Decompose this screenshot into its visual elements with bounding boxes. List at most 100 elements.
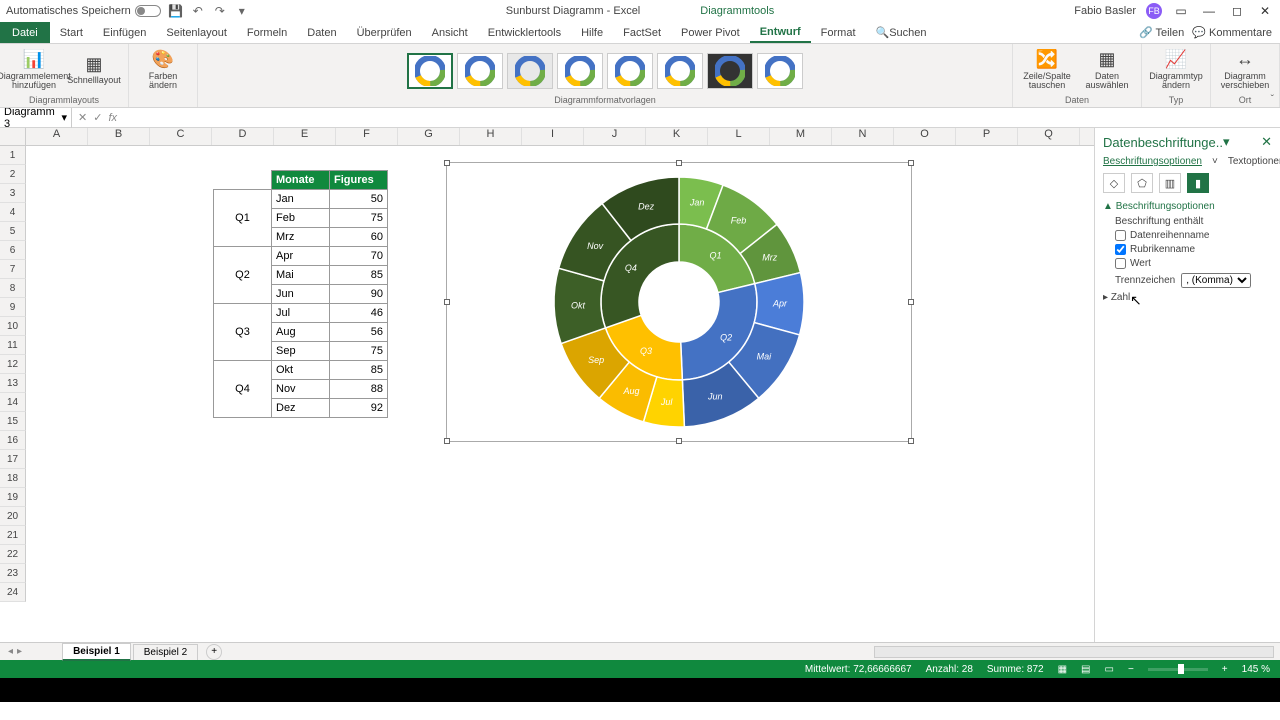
month-cell[interactable]: Apr [272,247,330,266]
chevron-down-icon[interactable]: ˅ [1212,156,1218,167]
separator-select[interactable]: , (Komma) [1181,273,1251,288]
zoom-level[interactable]: 145 % [1242,664,1270,675]
row-header[interactable]: 22 [0,545,26,564]
pane-tab-label-options[interactable]: Beschriftungsoptionen [1103,156,1202,167]
col-header[interactable]: P [956,128,1018,145]
row-header[interactable]: 24 [0,583,26,602]
col-header[interactable]: E [274,128,336,145]
row-header[interactable]: 4 [0,203,26,222]
row-header[interactable]: 9 [0,298,26,317]
tab-daten[interactable]: Daten [297,22,346,43]
col-header[interactable]: M [770,128,832,145]
collapse-ribbon-icon[interactable]: ˇ [1271,94,1274,105]
row-header[interactable]: 15 [0,412,26,431]
row-header[interactable]: 6 [0,241,26,260]
resize-handle[interactable] [444,299,450,305]
sheet-tab-1[interactable]: Beispiel 1 [62,643,131,661]
sheet-tab-2[interactable]: Beispiel 2 [133,644,198,660]
view-normal-icon[interactable]: ▦ [1058,664,1067,675]
resize-handle[interactable] [908,160,914,166]
tab-formeln[interactable]: Formeln [237,22,297,43]
chart-style-thumb[interactable] [707,53,753,89]
quarter-cell[interactable]: Q2 [214,247,272,304]
row-header[interactable]: 14 [0,393,26,412]
col-header[interactable]: J [584,128,646,145]
chart-style-thumb[interactable] [557,53,603,89]
value-cell[interactable]: 50 [330,190,388,209]
chart-object[interactable]: Q1JanFebMrzQ2AprMaiJunQ3JulAugSepQ4OktNo… [446,162,912,442]
section-number[interactable]: ▸ Zahl [1103,292,1272,303]
add-sheet-button[interactable]: + [206,644,222,660]
close-pane-icon[interactable]: ✕ [1261,134,1272,150]
col-header[interactable]: A [26,128,88,145]
row-header[interactable]: 23 [0,564,26,583]
col-header[interactable]: C [150,128,212,145]
section-label-options[interactable]: ▲ Beschriftungsoptionen [1103,201,1272,212]
resize-handle[interactable] [444,438,450,444]
tab-ueberpruefen[interactable]: Überprüfen [347,22,422,43]
tab-factset[interactable]: FactSet [613,22,671,43]
user-name[interactable]: Fabio Basler [1074,5,1136,17]
month-cell[interactable]: Jul [272,304,330,323]
row-header[interactable]: 8 [0,279,26,298]
row-header[interactable]: 20 [0,507,26,526]
undo-icon[interactable]: ↶ [191,4,205,18]
resize-handle[interactable] [444,160,450,166]
checkbox-category-name[interactable] [1115,244,1126,255]
tab-einfuegen[interactable]: Einfügen [93,22,156,43]
close-icon[interactable]: ✕ [1256,4,1274,18]
chevron-down-icon[interactable]: ▾ [61,111,67,124]
chart-style-thumb[interactable] [457,53,503,89]
row-header[interactable]: 21 [0,526,26,545]
month-cell[interactable]: Jan [272,190,330,209]
value-cell[interactable]: 75 [330,209,388,228]
toggle-switch-icon[interactable] [135,5,161,17]
zoom-in-icon[interactable]: + [1222,664,1228,675]
row-header[interactable]: 5 [0,222,26,241]
row-header[interactable]: 18 [0,469,26,488]
sheet-nav-next-icon[interactable]: ▸ [17,646,22,657]
col-header[interactable]: D [212,128,274,145]
tab-powerpivot[interactable]: Power Pivot [671,22,750,43]
switch-row-col-button[interactable]: 🔀Zeile/Spalte tauschen [1019,50,1075,92]
share-button[interactable]: 🔗 Teilen [1139,26,1184,39]
select-all-corner[interactable] [0,128,26,145]
row-header[interactable]: 19 [0,488,26,507]
avatar[interactable]: FB [1146,3,1162,19]
value-cell[interactable]: 70 [330,247,388,266]
quarter-cell[interactable]: Q3 [214,304,272,361]
resize-handle[interactable] [676,438,682,444]
fx-icon[interactable]: fx [108,112,117,124]
tab-format[interactable]: Format [811,22,866,43]
row-header[interactable]: 13 [0,374,26,393]
fill-line-icon[interactable]: ◇ [1103,173,1125,193]
chart-style-thumb[interactable] [507,53,553,89]
quick-layout-button[interactable]: ▦Schnelllayout [66,55,122,87]
chart-style-thumb[interactable] [607,53,653,89]
maximize-icon[interactable]: ◻ [1228,4,1246,18]
month-cell[interactable]: Jun [272,285,330,304]
month-cell[interactable]: Nov [272,380,330,399]
accept-formula-icon[interactable]: ✓ [93,111,102,124]
value-cell[interactable]: 90 [330,285,388,304]
month-cell[interactable]: Okt [272,361,330,380]
quarter-cell[interactable]: Q1 [214,190,272,247]
month-cell[interactable]: Feb [272,209,330,228]
resize-handle[interactable] [908,438,914,444]
chart-style-thumb[interactable] [407,53,453,89]
minimize-icon[interactable]: — [1200,4,1218,18]
quarter-cell[interactable]: Q4 [214,361,272,418]
value-cell[interactable]: 60 [330,228,388,247]
value-cell[interactable]: 46 [330,304,388,323]
sunburst-chart[interactable]: Q1JanFebMrzQ2AprMaiJunQ3JulAugSepQ4OktNo… [549,172,809,432]
value-cell[interactable]: 56 [330,323,388,342]
checkbox-value[interactable] [1115,258,1126,269]
col-header[interactable]: Q [1018,128,1080,145]
row-header[interactable]: 11 [0,336,26,355]
size-props-icon[interactable]: ▥ [1159,173,1181,193]
zoom-slider[interactable] [1148,668,1208,671]
col-header[interactable]: K [646,128,708,145]
col-header[interactable]: B [88,128,150,145]
col-header[interactable]: N [832,128,894,145]
comments-button[interactable]: 💬 Kommentare [1192,26,1272,39]
